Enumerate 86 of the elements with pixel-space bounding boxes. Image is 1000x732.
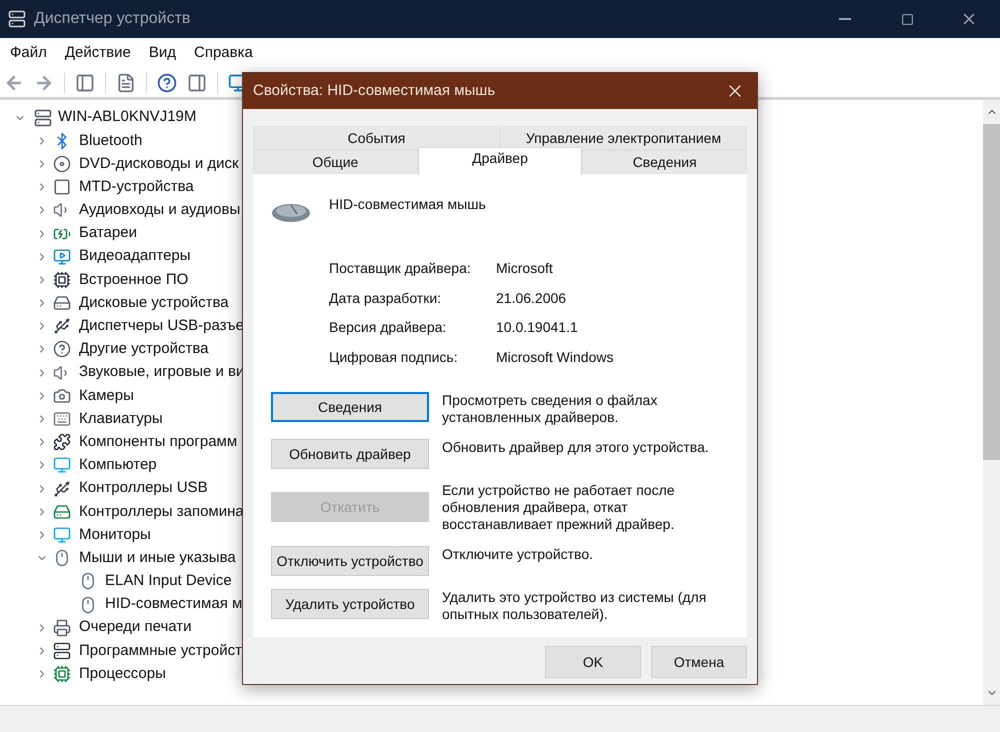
property-label: Поставщик драйвера: bbox=[329, 259, 472, 278]
action-description: Обновить драйвер для этого устройства. bbox=[442, 439, 710, 456]
tree-item[interactable]: Клавиатуры bbox=[79, 408, 163, 430]
tree-item[interactable]: Встроенное ПО bbox=[79, 268, 188, 292]
device-name: HID-совместимая мышь bbox=[329, 195, 486, 214]
property-value: 10.0.19041.1 bbox=[496, 318, 578, 338]
maximize-icon bbox=[900, 12, 914, 26]
action-description: Удалить это устройство из системы (для опытных пользователей). bbox=[442, 589, 708, 624]
property-value: Microsoft Windows bbox=[496, 348, 614, 368]
action-description: Просмотреть сведения о файлах установленных драйверов. bbox=[442, 392, 658, 426]
camera-icon bbox=[53, 386, 71, 405]
property-label: Версия драйвера: bbox=[329, 318, 448, 338]
tree-item[interactable]: Очереди печати bbox=[79, 616, 192, 639]
tree-item[interactable]: HID-совместимая м bbox=[105, 593, 242, 616]
tree-item[interactable]: Мыши и иные указыва bbox=[79, 546, 236, 570]
tab[interactable]: События bbox=[253, 126, 500, 150]
tree-item[interactable]: MTD-устройства bbox=[79, 176, 194, 198]
computer-icon bbox=[34, 108, 52, 127]
monitor-icon bbox=[53, 456, 71, 474]
tree-item[interactable]: Компоненты программ bbox=[79, 430, 238, 454]
tower-icon bbox=[53, 642, 71, 660]
tab[interactable]: Сведения bbox=[582, 150, 748, 174]
tab[interactable]: Драйвер bbox=[418, 147, 582, 175]
tree-item[interactable]: Аудиовходы и аудиовы bbox=[79, 199, 240, 222]
property-value: Microsoft bbox=[496, 259, 553, 278]
computer-icon bbox=[8, 10, 26, 28]
unknown-device-icon bbox=[53, 340, 71, 358]
mouse-icon bbox=[79, 596, 97, 614]
usb-icon bbox=[53, 317, 71, 336]
tree-item[interactable]: Батареи bbox=[79, 222, 137, 245]
tree-item[interactable]: Дисковые устройства bbox=[79, 292, 229, 314]
tab[interactable]: Общие bbox=[253, 150, 418, 174]
minimize-icon bbox=[839, 18, 851, 20]
tree-item[interactable]: Контроллеры USB bbox=[79, 477, 208, 500]
tree-item[interactable]: Видеоадаптеры bbox=[79, 245, 191, 268]
component-icon bbox=[53, 433, 71, 452]
mouse-icon bbox=[271, 202, 311, 224]
window-title: Диспетчер устройств bbox=[34, 9, 190, 29]
dialog-button[interactable]: Отмена bbox=[651, 646, 747, 678]
tree-item[interactable]: Bluetooth bbox=[79, 130, 142, 152]
dialog-title: Свойства: HID-совместимая мышь bbox=[253, 80, 496, 101]
action-button[interactable]: Отключить устройство bbox=[271, 546, 429, 576]
tree-item[interactable]: Компьютер bbox=[79, 454, 157, 477]
panel-icon[interactable] bbox=[75, 72, 95, 92]
tree-item[interactable]: ELAN Input Device bbox=[105, 570, 232, 593]
menu-item[interactable]: Вид bbox=[148, 42, 176, 64]
monitor-icon bbox=[53, 526, 71, 544]
tree-item[interactable]: DVD-дисководы и диск bbox=[79, 152, 239, 176]
tree-item[interactable]: WIN-ABL0KNVJ19M bbox=[58, 106, 196, 129]
help-icon[interactable] bbox=[157, 72, 177, 92]
tree-item[interactable]: Другие устройства bbox=[79, 338, 208, 361]
mouse-icon bbox=[79, 572, 97, 590]
printer-icon bbox=[53, 618, 71, 637]
tree-item[interactable]: Диспетчеры USB-разъе bbox=[79, 315, 244, 338]
chip-icon bbox=[53, 270, 71, 289]
action-button[interactable]: Сведения bbox=[271, 392, 429, 422]
panel-icon[interactable] bbox=[187, 72, 207, 92]
property-label: Дата разработки: bbox=[329, 288, 442, 308]
mouse-icon bbox=[53, 549, 71, 568]
display-adapter-icon bbox=[53, 248, 71, 266]
document-icon[interactable] bbox=[116, 72, 136, 92]
tree-item[interactable]: Процессоры bbox=[79, 662, 166, 686]
menu-item[interactable]: Файл bbox=[10, 42, 47, 64]
storage-controller-icon bbox=[53, 502, 71, 521]
frame-icon bbox=[53, 178, 71, 196]
menu-item[interactable]: Справка bbox=[194, 42, 253, 64]
dialog-button[interactable]: OK bbox=[545, 646, 641, 678]
tree-item[interactable]: Программные устройст bbox=[79, 640, 242, 662]
processor-icon bbox=[53, 665, 71, 684]
action-description: Если устройство не работает после обновления драйвера, откат восстанавливает прежний драйвер. bbox=[442, 482, 676, 534]
action-description: Отключите устройство. bbox=[442, 546, 594, 564]
tree-item[interactable]: Контроллеры запомина bbox=[79, 500, 244, 524]
disc-icon bbox=[53, 154, 71, 173]
scrollbar[interactable] bbox=[983, 100, 1000, 705]
drive-icon bbox=[53, 294, 71, 312]
menu-item[interactable]: Действие bbox=[64, 42, 131, 64]
scrollbar-thumb[interactable] bbox=[983, 124, 1000, 460]
tab[interactable]: Управление электропитанием bbox=[500, 126, 747, 150]
tree-item[interactable]: Камеры bbox=[79, 384, 134, 408]
property-value: 21.06.2006 bbox=[496, 288, 566, 308]
property-label: Цифровая подпись: bbox=[329, 348, 459, 368]
keyboard-icon bbox=[53, 410, 71, 428]
usb-icon bbox=[53, 480, 71, 498]
action-button[interactable]: Удалить устройство bbox=[271, 589, 429, 620]
action-button[interactable]: Обновить драйвер bbox=[271, 439, 429, 470]
tree-item[interactable]: Мониторы bbox=[79, 524, 151, 546]
